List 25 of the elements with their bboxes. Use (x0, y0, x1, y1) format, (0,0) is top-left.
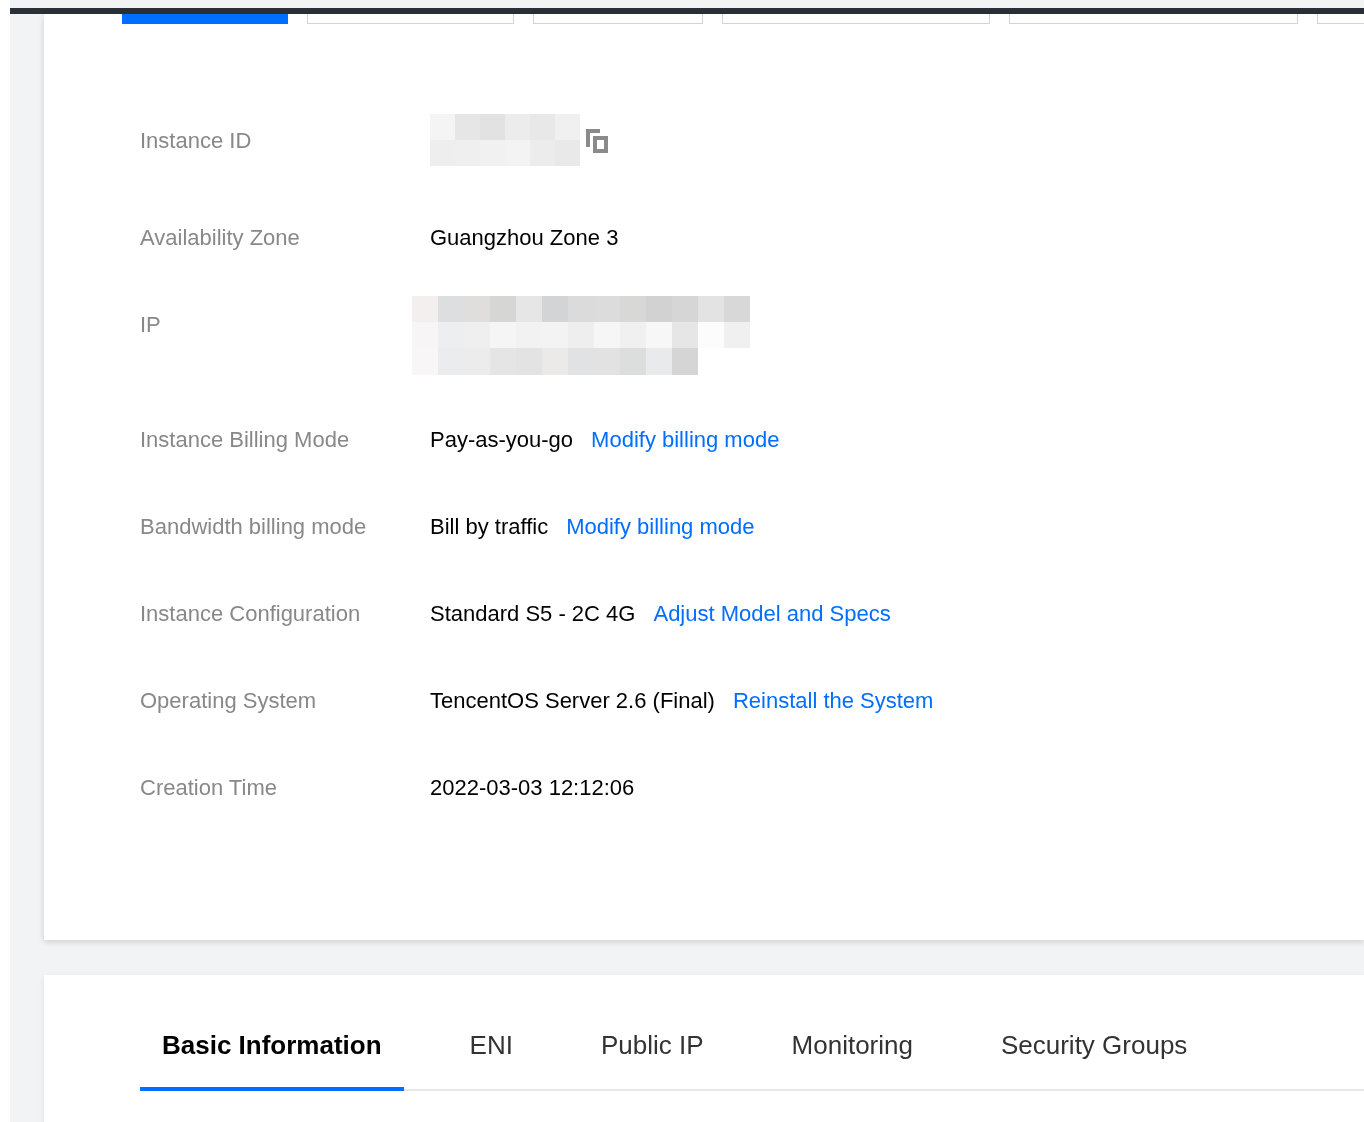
tab[interactable]: Basic Information (140, 1023, 404, 1091)
field-label: Bandwidth billing mode (140, 513, 368, 541)
tab[interactable]: ENI (447, 1023, 535, 1091)
field-label: Operating System (140, 687, 318, 715)
tab[interactable]: Security Groups (978, 1023, 1210, 1091)
field-label: IP (140, 311, 162, 339)
copy-icon[interactable] (584, 127, 610, 155)
field-label: Availability Zone (140, 224, 301, 252)
field-label: Instance Billing Mode (140, 426, 351, 454)
action-link[interactable]: Modify billing mode (566, 512, 755, 542)
field-value: Pay-as-you-go (430, 426, 574, 454)
tab[interactable] (122, 14, 288, 24)
field-value: Standard S5 - 2C 4G (430, 600, 636, 628)
field-label: Instance ID (140, 127, 253, 155)
field-value: TencentOS Server 2.6 (Final) (430, 687, 715, 715)
field-value: Bill by traffic (430, 513, 549, 541)
field-label: Creation Time (140, 774, 278, 802)
tab[interactable]: Monitoring (769, 1023, 935, 1091)
field-label: Instance Configuration (140, 600, 362, 628)
field-value: 2022-03-03 12:12:06 (430, 774, 635, 802)
tab[interactable]: Public IP (578, 1023, 726, 1091)
action-link[interactable]: Adjust Model and Specs (653, 599, 891, 629)
action-link[interactable]: Reinstall the System (732, 686, 934, 716)
field-value: Guangzhou Zone 3 (430, 224, 619, 252)
action-link[interactable]: Modify billing mode (591, 425, 780, 455)
